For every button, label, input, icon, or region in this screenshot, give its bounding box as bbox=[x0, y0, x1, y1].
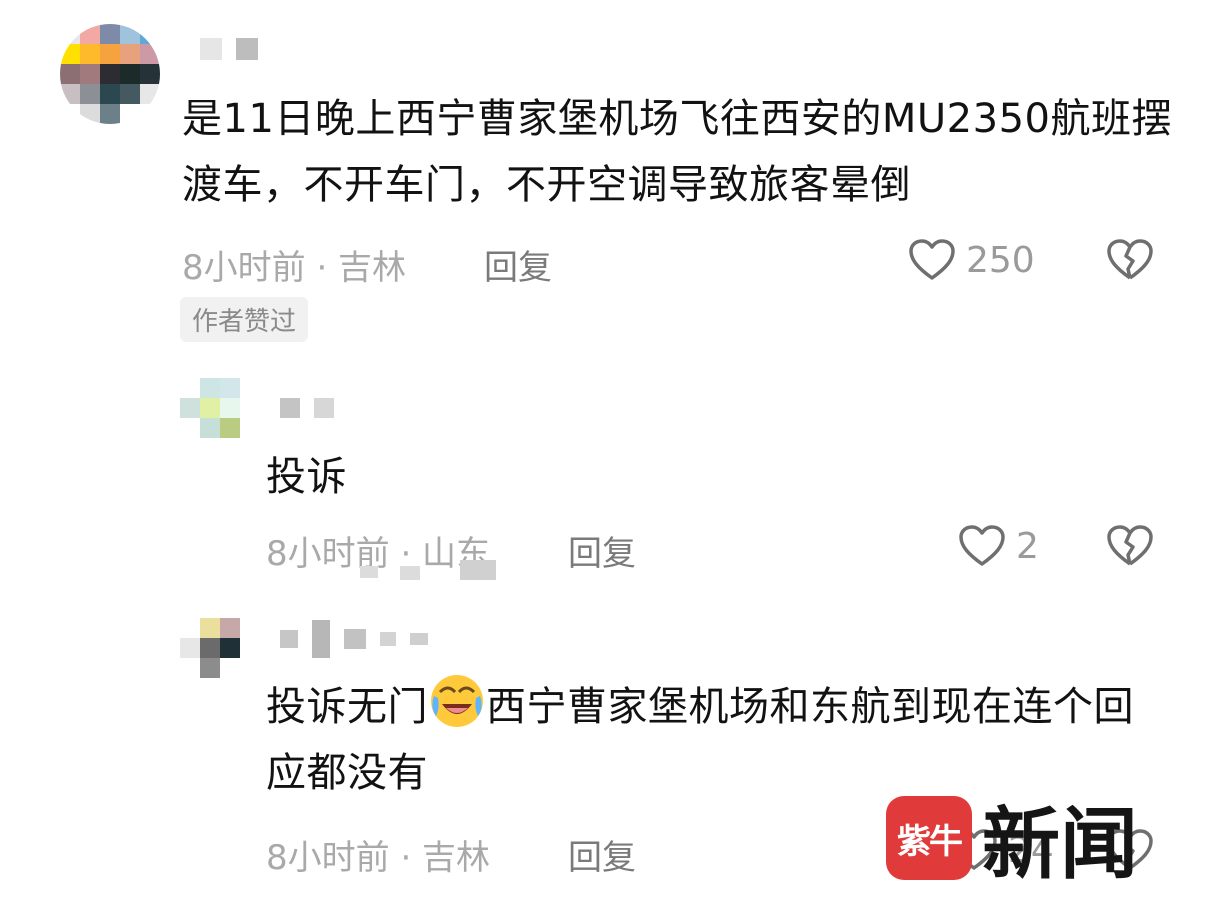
author-liked-badge: 作者赞过 bbox=[180, 297, 309, 342]
comment-meta: 8小时前 · 吉林 bbox=[266, 838, 491, 878]
username-blurred[interactable] bbox=[200, 38, 258, 60]
comment-meta: 8小时前 · 吉林 bbox=[182, 248, 407, 288]
like-count: 250 bbox=[966, 239, 1035, 281]
username-blurred[interactable] bbox=[280, 620, 428, 658]
avatar[interactable] bbox=[180, 618, 240, 678]
reply-button[interactable]: 回复 bbox=[568, 526, 636, 575]
username-blurred[interactable] bbox=[280, 398, 334, 418]
avatar[interactable] bbox=[180, 378, 240, 438]
redaction-blur bbox=[360, 560, 500, 580]
zi-niu-logo: 紫牛 bbox=[886, 796, 972, 880]
comment-text: 是11日晚上西宁曹家堡机场飞往西安的MU2350航班摆渡车，不开车门，不开空调导… bbox=[182, 96, 1172, 208]
like-count: 2 bbox=[1016, 525, 1039, 567]
laughing-crying-emoji-icon bbox=[431, 675, 483, 727]
reply-button[interactable]: 回复 bbox=[484, 240, 552, 289]
broken-heart-icon bbox=[1107, 525, 1153, 566]
comment-text-part-1: 投诉无门 bbox=[266, 684, 428, 730]
news-watermark: 紫牛 新闻 bbox=[886, 782, 1138, 894]
watermark-label: 新闻 bbox=[982, 799, 1139, 890]
reply-button[interactable]: 回复 bbox=[568, 830, 636, 879]
dislike-button[interactable] bbox=[1106, 238, 1154, 286]
comment-text: 投诉 bbox=[266, 454, 347, 500]
broken-heart-icon bbox=[1107, 239, 1153, 280]
avatar[interactable] bbox=[60, 24, 160, 124]
heart-outline-icon bbox=[909, 239, 955, 280]
like-button[interactable]: 2 bbox=[958, 524, 1039, 568]
like-button[interactable]: 250 bbox=[908, 238, 1035, 282]
dislike-button[interactable] bbox=[1106, 524, 1154, 572]
heart-outline-icon bbox=[959, 525, 1005, 566]
